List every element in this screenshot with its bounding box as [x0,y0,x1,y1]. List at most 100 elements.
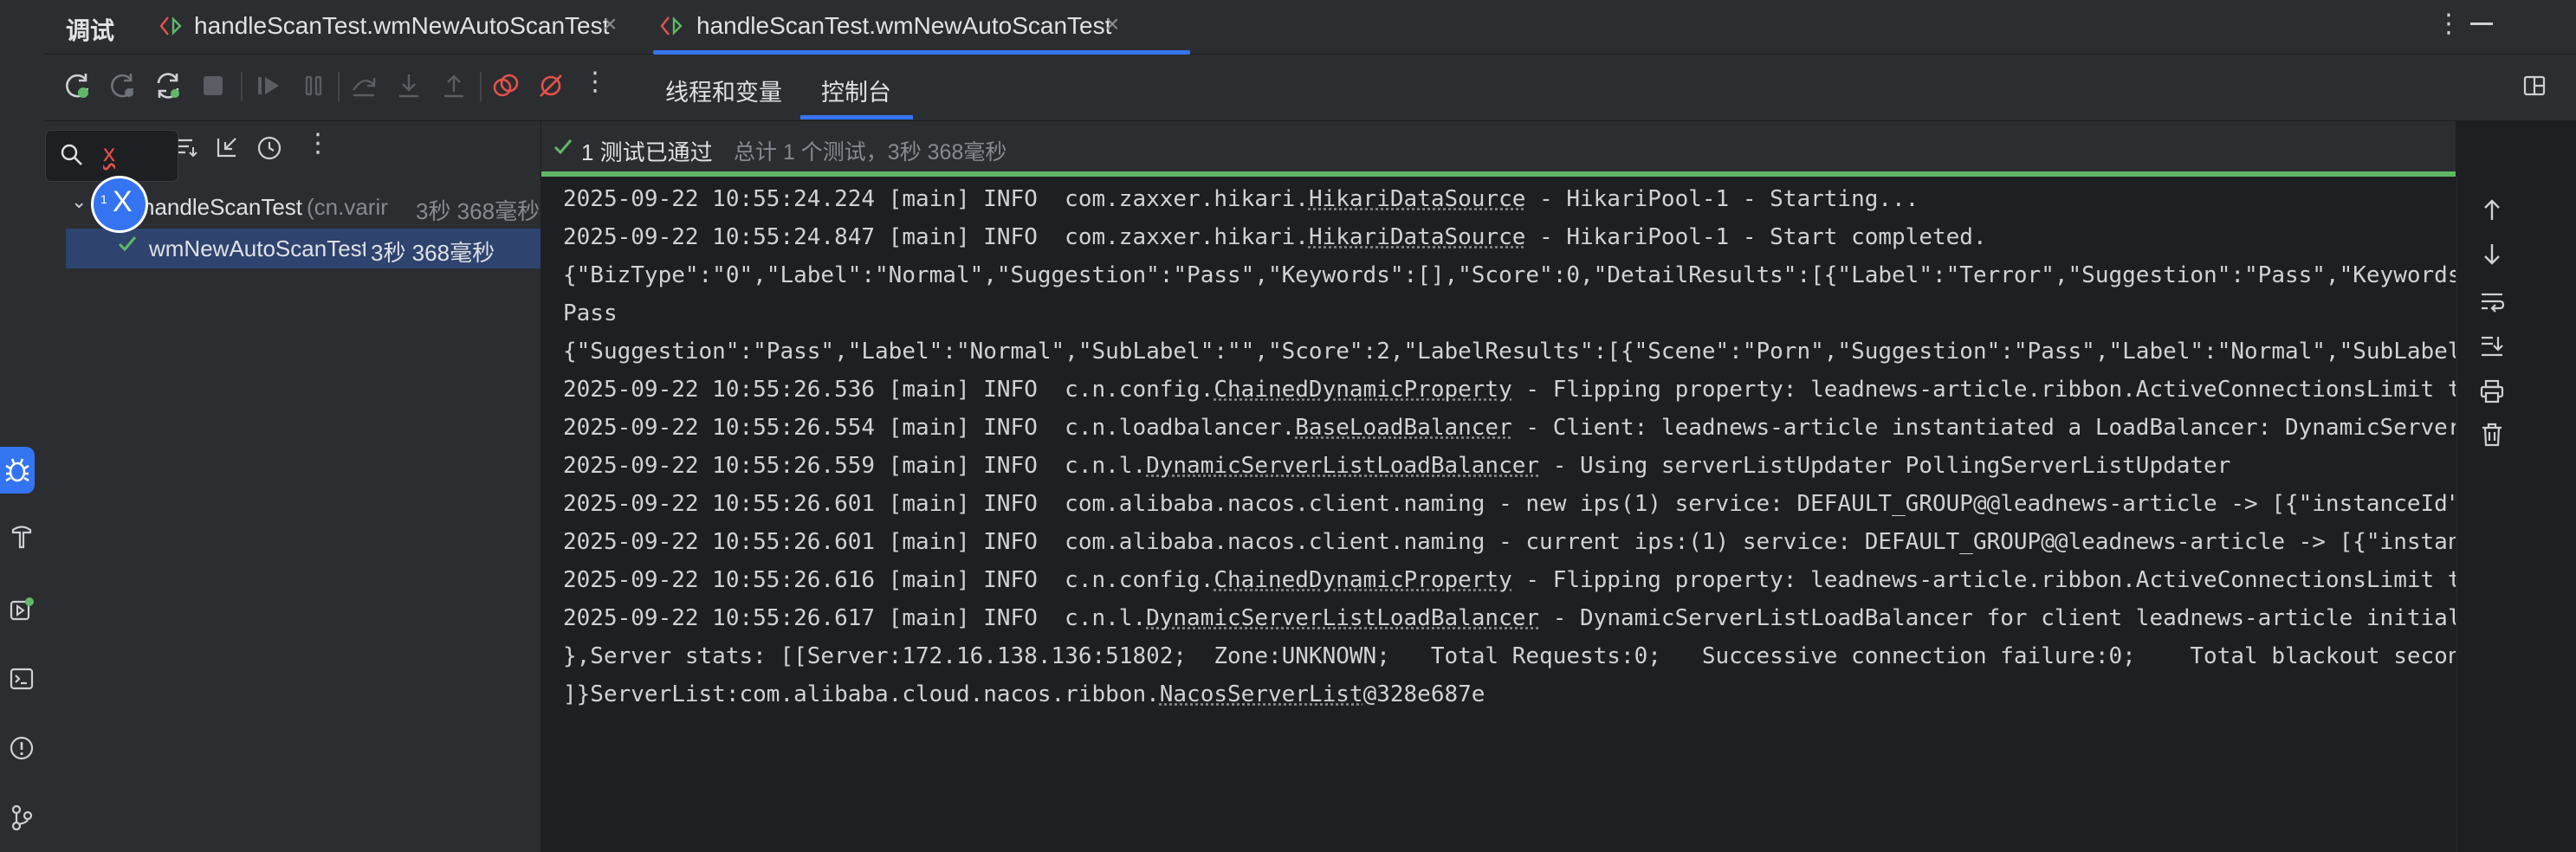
console-text: 2025-09-22 10:55:26.601 [main] INFO com.… [563,491,2456,517]
console-class-link[interactable]: BaseLoadBalancer [1295,415,1511,441]
layout-settings-icon[interactable] [2519,70,2550,101]
console-text: - Using serverListUpdater PollingServerL… [1539,453,2231,479]
rerun-failed-icon [107,70,139,101]
search-icon [60,143,84,167]
console-text: @328e687e [1362,681,1485,707]
console-line: 2025-09-22 10:55:24.847 [main] INFO com.… [563,218,1987,256]
console-text: 2025-09-22 10:55:24.224 [main] INFO com.… [563,186,1309,212]
git-icon[interactable] [0,793,43,842]
more-actions-icon[interactable]: ⋮ [582,67,608,97]
tree-root-package: (cn.varir [307,194,388,220]
hammer-icon[interactable] [0,513,43,561]
rerun-icon[interactable] [62,70,94,101]
tree-child-row[interactable]: wmNewAutoScanTest 3秒 368毫秒 [66,229,540,268]
tree-search-popup[interactable]: x [45,130,178,182]
debug-toolbar: ⋮ 线程和变量 控制台 [45,55,2576,121]
console-class-link[interactable]: HikariDataSource [1309,224,1525,250]
badge-count: 1 [100,192,107,206]
mute-breakpoints-icon[interactable] [535,70,566,101]
step-into-icon [393,70,424,101]
tree-root-time: 3秒 368毫秒 [416,198,540,224]
soft-wrap-icon[interactable] [2475,284,2509,319]
console-toolbar [2456,177,2527,852]
print-icon[interactable] [2475,374,2509,409]
pause-icon [298,70,329,101]
toolbar-divider [241,72,243,101]
toggle-auto-rerun-icon[interactable] [152,70,184,101]
console-line: 2025-09-22 10:55:24.224 [main] INFO com.… [563,180,1919,218]
console-line: 2025-09-22 10:55:26.601 [main] INFO com.… [563,523,2456,561]
console-text: - Flipping property: leadnews-article.ri… [1511,567,2456,593]
debug-tab-bar: 调试 handleScanTest.wmNewAutoScanTest × ha… [45,0,2576,55]
search-input[interactable]: x [103,139,115,167]
console-class-link[interactable]: ChainedDynamicProperty [1214,567,1511,593]
console-line: },Server stats: [[Server:172.16.138.136:… [563,637,2456,675]
tab-session-1[interactable]: handleScanTest.wmNewAutoScanTest [194,12,609,40]
collapse-all-icon[interactable] [215,135,239,159]
problems-icon[interactable] [0,724,43,772]
console-text: - DynamicServerListLoadBalancer for clie… [1539,605,2456,631]
console-text: - HikariPool-1 - Starting... [1525,186,1919,212]
terminal-icon[interactable] [0,655,43,703]
console-text: 2025-09-22 10:55:24.847 [main] INFO com.… [563,224,1309,250]
close-tab-2-icon[interactable]: × [1105,10,1119,38]
console-text: },Server stats: [[Server:172.16.138.136:… [563,643,2456,669]
console-text: {"Suggestion":"Pass","Label":"Normal","S… [563,339,2456,365]
console-text: - HikariPool-1 - Start completed. [1525,224,1987,250]
badge-label: X [113,185,133,218]
console-line: 2025-09-22 10:55:26.536 [main] INFO c.n.… [563,371,2456,409]
minimize-icon[interactable] [2470,23,2493,25]
debug-tool-icon[interactable] [0,447,35,494]
clear-all-icon[interactable] [2475,417,2509,452]
console-class-link[interactable]: DynamicServerListLoadBalancer [1146,453,1539,479]
tab-console[interactable]: 控制台 [821,74,891,107]
console-text: {"BizType":"0","Label":"Normal","Suggest… [563,262,2456,288]
arrow-down-icon[interactable] [2475,237,2509,272]
tree-options-icon[interactable]: ⋮ [305,128,331,158]
arrow-up-icon[interactable] [2475,192,2509,227]
console-text: 2025-09-22 10:55:26.559 [main] INFO c.n.… [563,453,1147,479]
console-text: 2025-09-22 10:55:26.616 [main] INFO c.n.… [563,567,1214,593]
stop-icon [197,70,229,101]
tab-session-2[interactable]: handleScanTest.wmNewAutoScanTest [696,12,1111,40]
toolbar-divider [338,72,340,101]
tree-child-time: 3秒 368毫秒 [371,240,495,266]
test-status-bar: 1 测试已通过 总计 1 个测试，3秒 368毫秒 [541,121,2456,175]
run-services-icon[interactable] [0,585,43,634]
tests-passed-label: 1 测试已通过 [581,139,713,165]
debug-title: 调试 [66,17,115,44]
console-class-link[interactable]: HikariDataSource [1309,186,1525,212]
chevron-down-icon[interactable]: ⌄ [71,190,87,213]
close-tab-1-icon[interactable]: × [603,10,617,38]
console-output[interactable]: 2025-09-22 10:55:24.224 [main] INFO com.… [541,177,2456,852]
console-text: - Flipping property: leadnews-article.ri… [1511,377,2456,403]
tab-threads-variables[interactable]: 线程和变量 [665,74,782,107]
console-line: 2025-09-22 10:55:26.559 [main] INFO c.n.… [563,447,2230,485]
view-breakpoints-icon[interactable] [490,70,521,101]
console-line: 2025-09-22 10:55:26.617 [main] INFO c.n.… [563,599,2456,637]
toolbar-divider [480,72,482,101]
console-text: - Client: leadnews-article instantiated … [1511,415,2456,441]
console-line: 2025-09-22 10:55:26.554 [main] INFO c.n.… [563,409,2456,447]
step-out-icon [438,70,469,101]
console-text: 2025-09-22 10:55:26.601 [main] INFO com.… [563,529,2456,555]
console-text: 2025-09-22 10:55:26.554 [main] INFO c.n.… [563,415,1296,441]
console-text: Pass [563,300,618,326]
more-options-icon[interactable]: ⋮ [2436,9,2462,39]
resume-icon [253,70,284,101]
console-line: 2025-09-22 10:55:26.616 [main] INFO c.n.… [563,561,2456,599]
console-class-link[interactable]: ChainedDynamicProperty [1214,377,1511,403]
console-text: ]}ServerList:com.alibaba.cloud.nacos.rib… [563,681,1160,707]
test-history-icon[interactable] [256,135,282,161]
test-run-icon [660,16,684,36]
console-line: ]}ServerList:com.alibaba.cloud.nacos.rib… [563,675,1485,713]
console-line: Pass [563,294,618,332]
right-edge-strip [2526,121,2576,852]
console-class-link[interactable]: NacosServerList [1160,681,1363,707]
passed-check-icon [552,135,574,158]
step-over-icon [348,70,379,101]
console-line: {"Suggestion":"Pass","Label":"Normal","S… [563,332,2456,371]
console-line: {"BizType":"0","Label":"Normal","Suggest… [563,256,2456,294]
scroll-to-end-icon[interactable] [2475,329,2509,364]
console-class-link[interactable]: DynamicServerListLoadBalancer [1146,605,1539,631]
